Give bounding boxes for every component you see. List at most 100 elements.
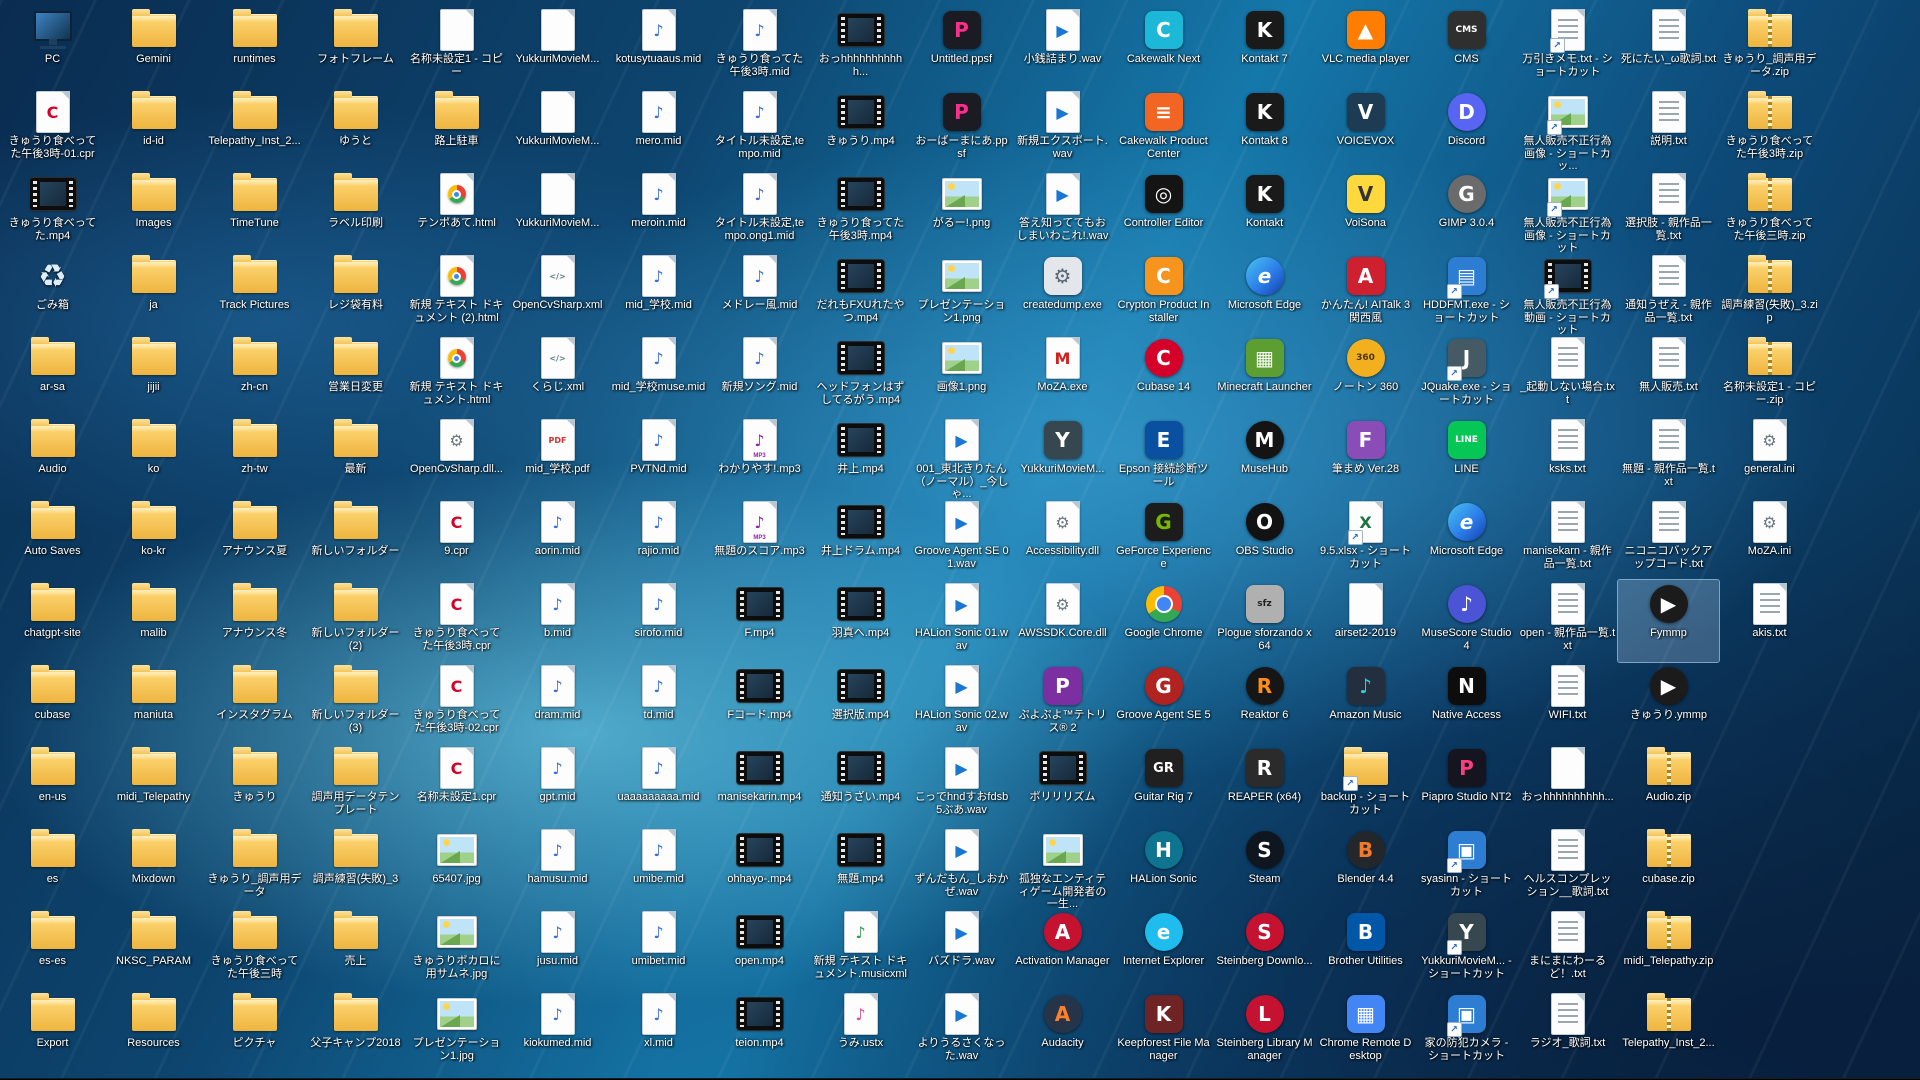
desktop-icon[interactable]: ▶きゅうり.ymmp — [1618, 662, 1719, 744]
desktop-icon[interactable]: きゅうり食べってた午後三時.zip — [1719, 170, 1820, 252]
desktop-icon[interactable]: ♪Amazon Music — [1315, 662, 1416, 744]
desktop-icon[interactable]: 羽真へ.mp4 — [810, 580, 911, 662]
desktop-icon[interactable]: 選択版.mp4 — [810, 662, 911, 744]
desktop-icon[interactable]: Images — [103, 170, 204, 252]
desktop-icon[interactable]: ko-kr — [103, 498, 204, 580]
desktop-icon[interactable]: YukkuriMovieM... — [507, 88, 608, 170]
desktop-icon[interactable]: ♪mid_学校muse.mid — [608, 334, 709, 416]
desktop-icon[interactable]: ラベル印刷 — [305, 170, 406, 252]
desktop-icon[interactable]: 無人販売.txt — [1618, 334, 1719, 416]
desktop-icon[interactable]: ksks.txt — [1517, 416, 1618, 498]
desktop-icon[interactable]: Cきゅうり食べってた午後3時-02.cpr — [406, 662, 507, 744]
desktop-icon[interactable]: </>OpenCvSharp.xml — [507, 252, 608, 334]
desktop-icon[interactable]: 説明.txt — [1618, 88, 1719, 170]
desktop-icon[interactable]: きゅうりボカロに用サムネ.jpg — [406, 908, 507, 990]
desktop-icon[interactable]: BBrother Utilities — [1315, 908, 1416, 990]
desktop-icon[interactable]: きゅうり食べってた午後三時 — [204, 908, 305, 990]
desktop-icon[interactable]: Telepathy_Inst_2... — [1618, 990, 1719, 1072]
desktop-icon[interactable]: ▦Minecraft Launcher — [1214, 334, 1315, 416]
desktop-icon[interactable]: ▤↗HDDFMT.exe - ショートカット — [1416, 252, 1517, 334]
desktop-icon[interactable]: chatgpt-site — [2, 580, 103, 662]
desktop-icon[interactable]: まにまにわーるど！.txt — [1517, 908, 1618, 990]
desktop-icon[interactable]: ↗無人販売不正行為動画 - ショートカット — [1517, 252, 1618, 334]
desktop-icon[interactable]: プレゼンテーション1.jpg — [406, 990, 507, 1072]
desktop-icon[interactable]: OOBS Studio — [1214, 498, 1315, 580]
desktop-icon[interactable]: midi_Telepathy — [103, 744, 204, 826]
desktop-icon[interactable]: es-es — [2, 908, 103, 990]
desktop-icon[interactable]: ▶ずんだもん_しおかぜ.wav — [911, 826, 1012, 908]
desktop-icon[interactable]: レジ袋有料 — [305, 252, 406, 334]
desktop-icon[interactable]: ニコニコバックアップコード.txt — [1618, 498, 1719, 580]
desktop-icon[interactable]: ♪タイトル未設定,tempo.mid — [709, 88, 810, 170]
desktop-icon[interactable]: ♪umibet.mid — [608, 908, 709, 990]
desktop-icon[interactable]: 画像1.png — [911, 334, 1012, 416]
desktop-icon[interactable]: PPiapro Studio NT2 — [1416, 744, 1517, 826]
desktop-icon[interactable]: 360ノートン 360 — [1315, 334, 1416, 416]
desktop-icon[interactable]: AAudacity — [1012, 990, 1113, 1072]
desktop-icon[interactable]: ko — [103, 416, 204, 498]
desktop-icon[interactable]: おっhhhhhhhhhh... — [1517, 744, 1618, 826]
desktop-icon[interactable]: eInternet Explorer — [1113, 908, 1214, 990]
desktop-icon[interactable]: cubase — [2, 662, 103, 744]
desktop-icon[interactable]: sfzPlogue sforzando x64 — [1214, 580, 1315, 662]
desktop-icon[interactable]: Fコード.mp4 — [709, 662, 810, 744]
desktop-icon[interactable]: 新規 テキスト ドキュメント.html — [406, 334, 507, 416]
desktop-icon[interactable]: ヘッドフォンはずしてるがう.mp4 — [810, 334, 911, 416]
desktop-icon[interactable]: ja — [103, 252, 204, 334]
desktop-icon[interactable]: ♪xl.mid — [608, 990, 709, 1072]
desktop-icon[interactable]: KKeepforest File Manager — [1113, 990, 1214, 1072]
desktop-icon[interactable]: 井上.mp4 — [810, 416, 911, 498]
desktop-icon[interactable]: VVoiSona — [1315, 170, 1416, 252]
desktop-icon[interactable]: Auto Saves — [2, 498, 103, 580]
desktop-icon[interactable]: がるー!.png — [911, 170, 1012, 252]
desktop-icon[interactable]: Track Pictures — [204, 252, 305, 334]
desktop-icon[interactable]: NNative Access — [1416, 662, 1517, 744]
desktop-icon[interactable]: EEpson 接続診断ツール — [1113, 416, 1214, 498]
desktop-icon[interactable]: 選択肢 - 親作品一覧.txt — [1618, 170, 1719, 252]
desktop-icon[interactable]: ♪b.mid — [507, 580, 608, 662]
desktop-icon[interactable]: ▶Groove Agent SE 01.wav — [911, 498, 1012, 580]
desktop-icon[interactable]: GGIMP 3.0.4 — [1416, 170, 1517, 252]
desktop-icon[interactable]: きゅうり.mp4 — [810, 88, 911, 170]
desktop-icon[interactable]: 無題.mp4 — [810, 826, 911, 908]
desktop-icon[interactable]: ♪dram.mid — [507, 662, 608, 744]
desktop-icon[interactable]: ♪aorin.mid — [507, 498, 608, 580]
desktop-icon[interactable]: YukkuriMovieM... — [507, 170, 608, 252]
desktop-icon[interactable]: zh-tw — [204, 416, 305, 498]
desktop-icon[interactable]: ↗無人販売不正行為画像 - ショートカット — [1517, 170, 1618, 252]
desktop-icon[interactable]: ◎Controller Editor — [1113, 170, 1214, 252]
desktop-icon[interactable]: ≡Cakewalk Product Center — [1113, 88, 1214, 170]
desktop-icon[interactable]: きゅうり_調声用データ — [204, 826, 305, 908]
desktop-icon[interactable]: きゅうり_調声用データ.zip — [1719, 6, 1820, 88]
desktop-icon[interactable]: midi_Telepathy.zip — [1618, 908, 1719, 990]
desktop-icon[interactable]: ▶小銭詰まり.wav — [1012, 6, 1113, 88]
desktop-icon[interactable]: ar-sa — [2, 334, 103, 416]
desktop-icon[interactable]: ⚙OpenCvSharp.dll... — [406, 416, 507, 498]
desktop-icon[interactable]: ▣↗syasinn - ショートカット — [1416, 826, 1517, 908]
desktop-icon[interactable]: 父子キャンプ2018 — [305, 990, 406, 1072]
desktop-icon[interactable]: ▶バズドラ.wav — [911, 908, 1012, 990]
desktop-icon[interactable]: 65407.jpg — [406, 826, 507, 908]
desktop-icon[interactable]: DDiscord — [1416, 88, 1517, 170]
desktop-icon[interactable]: Mixdown — [103, 826, 204, 908]
desktop-icon[interactable]: SSteinberg Downlo... — [1214, 908, 1315, 990]
desktop-icon[interactable]: ▣↗家の防犯カメラ - ショートカット — [1416, 990, 1517, 1072]
desktop-icon[interactable]: フォトフレーム — [305, 6, 406, 88]
desktop-icon[interactable]: ♪新規 テキスト ドキュメント.musicxml — [810, 908, 911, 990]
desktop-icon[interactable]: ⚙MoZA.ini — [1719, 498, 1820, 580]
desktop-icon[interactable]: 売上 — [305, 908, 406, 990]
desktop-icon[interactable]: ▶HALion Sonic 01.wav — [911, 580, 1012, 662]
desktop-icon[interactable]: ♪わかりやす!.mp3 — [709, 416, 810, 498]
desktop-icon[interactable]: CCrypton Product Installer — [1113, 252, 1214, 334]
desktop-icon[interactable]: KKontakt 8 — [1214, 88, 1315, 170]
desktop-icon[interactable]: Export — [2, 990, 103, 1072]
desktop-icon[interactable]: アナウンス夏 — [204, 498, 305, 580]
desktop-icon[interactable]: WIFI.txt — [1517, 662, 1618, 744]
desktop-icon[interactable]: ▶答え知っててもおしまいわこれ!.wav — [1012, 170, 1113, 252]
desktop-icon[interactable]: ♪meroin.mid — [608, 170, 709, 252]
desktop-icon[interactable]: ♪umibe.mid — [608, 826, 709, 908]
desktop-icon[interactable]: 孤独なエンティティゲーム開発者の一生... — [1012, 826, 1113, 908]
desktop-icon[interactable]: ♪新規ソング.mid — [709, 334, 810, 416]
desktop-icon[interactable]: ohhayo-.mp4 — [709, 826, 810, 908]
desktop-icon[interactable]: X↗9.5.xlsx - ショートカット — [1315, 498, 1416, 580]
